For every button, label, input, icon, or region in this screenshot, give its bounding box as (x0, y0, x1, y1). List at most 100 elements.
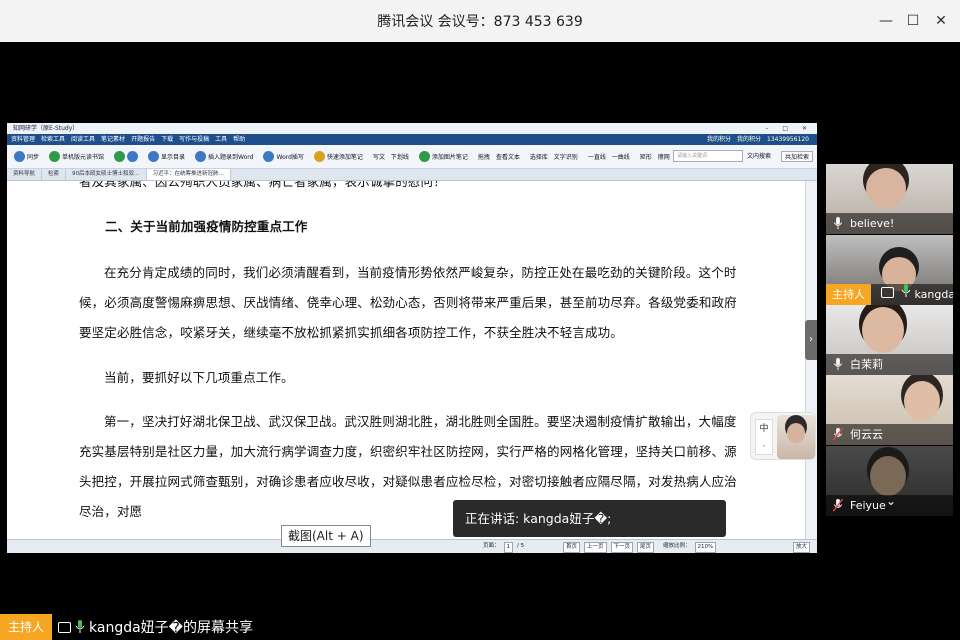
shared-tool (111, 148, 141, 166)
close-icon[interactable]: ✕ (931, 11, 951, 31)
participant-tile[interactable]: Feiyue ⌄ (826, 446, 953, 516)
note-icon (313, 151, 325, 162)
mic-active-icon (901, 284, 911, 297)
mic-active-icon (75, 620, 85, 633)
status-fit-button: 放大 (793, 542, 811, 553)
shared-menu-item: 资料管理 (11, 136, 36, 143)
shared-menu-right: 我的积分 (736, 136, 761, 143)
shared-menu-item: 笔记素材 (101, 136, 126, 143)
status-first-button: 首页 (563, 542, 581, 553)
status-prev-button: 上一页 (584, 542, 607, 553)
shared-tool: 矩形 擦网 (639, 154, 670, 161)
status-page-of: / 5 (517, 543, 525, 549)
screenshot-tooltip: 截图(Alt + A) (281, 525, 371, 547)
mic-icon (833, 217, 843, 230)
doc-line-top: 者及其家属、因公殉职人员家属、病亡者家属，表示诚挚的慰问！ (79, 181, 446, 189)
shared-tool: 插入题录到Word (192, 148, 256, 166)
status-page-value: 1 (503, 542, 514, 553)
sync-icon (14, 151, 25, 162)
shared-search-input: 请输入关键词 (673, 150, 743, 162)
ime-toolbar: 中 · (755, 419, 773, 455)
shared-tool: 显示目录 (145, 148, 188, 166)
speaking-indicator: 正在讲话: kangda妞子�; (453, 500, 726, 537)
shared-menu-item: 检索工具 (41, 136, 66, 143)
doc-heading: 二、关于当前加强疫情防控重点工作 (105, 219, 308, 234)
mic-icon (833, 358, 843, 371)
shared-menu-bar: 资料管理 检索工具 阅读工具 笔记素材 开题报告 下载 写作与投稿 工具 帮助 … (7, 134, 817, 145)
shared-menu-right: 13439956120 (767, 136, 809, 143)
doc-paragraph: 在充分肯定成绩的同时，我们必须清醒看到，当前疫情形势依然严峻复杂，防控正处在最吃… (79, 265, 737, 340)
forward-icon (127, 151, 139, 162)
shared-menu-item: 下载 (161, 136, 174, 143)
meeting-window: 腾讯会议 会议号：873 453 639 — ☐ ✕ 知网研学（原E-Study… (0, 0, 960, 640)
shared-menu-right: 我的积分 (706, 136, 731, 143)
shared-window-controls: – □ ✕ (765, 125, 813, 132)
collapse-sidebar-tab[interactable]: › (805, 320, 817, 360)
word-icon (195, 151, 207, 162)
camera-thumbnail (777, 415, 815, 459)
shared-tabs: 资料导航 检索 90后本硕女硕士博士和双… 习近平：在统筹推进新冠肺… (7, 169, 817, 181)
shared-menu-item: 写作与投稿 (179, 136, 210, 143)
shared-tool: 写文 下划线 (372, 154, 409, 161)
participant-tile-host[interactable]: 主持人 kangda (826, 235, 953, 305)
toc-icon (148, 151, 160, 162)
status-zoom-value: 210% (694, 542, 717, 553)
shared-tab-active: 习近平：在统筹推进新冠肺… (146, 169, 232, 180)
shared-tool: 拖拽 查看文本 (477, 154, 520, 161)
shared-app-titlebar: 知网研学（原E-Study） – □ ✕ (7, 123, 817, 134)
shared-menu-item: 阅读工具 (71, 136, 96, 143)
doc-paragraph: 当前，要抓好以下几项重点工作。 (104, 370, 294, 385)
participant-tile[interactable]: believe! (826, 164, 953, 234)
image-note-icon (418, 151, 430, 162)
status-zoom-label: 缩放比例： (663, 543, 691, 549)
screen-share-icon (880, 287, 894, 298)
status-page-label: 页面： (483, 543, 500, 549)
host-badge: 主持人 (826, 284, 871, 305)
shared-document: 者及其家属、因公殉职人员家属、病亡者家属，表示诚挚的慰问！ 二、关于当前加强疫情… (7, 181, 805, 539)
participant-name: 白茉莉 (826, 354, 953, 375)
shared-tool: 添加图片笔记 (416, 148, 471, 166)
mic-muted-icon (833, 428, 843, 441)
participant-name: believe! (826, 213, 953, 234)
minimize-icon[interactable]: — (876, 11, 896, 31)
shared-search-scope: 共加检索 (780, 151, 813, 162)
shared-menu-item: 工具 (215, 136, 228, 143)
maximize-icon[interactable]: ☐ (903, 11, 923, 31)
expand-list-icon[interactable]: ⌄ (886, 495, 896, 512)
bottom-share-bar: 主持人 kangda妞子�的屏幕共享 (0, 614, 300, 640)
shared-tab: 资料导航 (7, 169, 43, 180)
status-next-button: 下一页 (610, 542, 634, 553)
shared-toolbar: 同步 单机版元读书馆 显示目录 插入题录到Word Word插写 快速添加笔记 … (7, 145, 817, 169)
participant-tile[interactable]: 白茉莉 (826, 305, 953, 375)
shared-tool: 单机版元读书馆 (46, 148, 107, 166)
shared-menu-item: 帮助 (233, 136, 246, 143)
status-last-button: 尾页 (637, 542, 655, 553)
shared-statusbar: 页面： 1 / 5 首页 上一页 下一页 尾页 缩放比例： 210% 放大 (7, 539, 817, 553)
shared-tool: 选择库 文字识别 (529, 154, 578, 161)
title-bar: 腾讯会议 会议号：873 453 639 — ☐ ✕ (0, 0, 960, 42)
shared-screen: 知网研学（原E-Study） – □ ✕ 资料管理 检索工具 阅读工具 笔记素材… (7, 123, 817, 553)
screen-share-label: kangda妞子�的屏幕共享 (89, 620, 254, 636)
participant-name: Feiyue ⌄ (826, 495, 953, 516)
mic-muted-icon (833, 499, 843, 512)
shared-tool: 同步 (11, 148, 42, 166)
word-write-icon (263, 151, 275, 162)
meeting-title: 腾讯会议 会议号：873 453 639 (377, 14, 583, 30)
host-badge: 主持人 (0, 614, 53, 640)
shared-tool: 快速添加笔记 (311, 148, 366, 166)
participant-tile[interactable]: 何云云 (826, 375, 953, 445)
participant-name: 何云云 (826, 424, 953, 445)
shared-app-title: 知网研学（原E-Study） (13, 125, 79, 132)
shared-tool: 一直线 一曲线 (587, 154, 630, 161)
mini-camera-widget: 中 · (750, 412, 816, 460)
shared-search-button: 文内搜索 (746, 153, 771, 160)
shared-tab: 检索 (42, 169, 67, 180)
library-icon (49, 151, 61, 162)
shared-tool: Word插写 (260, 148, 306, 166)
shared-doc-scrollbar (805, 181, 817, 539)
shared-menu-item: 开题报告 (131, 136, 156, 143)
shared-tab: 90后本硕女硕士博士和双… (66, 169, 147, 180)
back-icon (114, 151, 126, 162)
participant-name: 主持人 kangda (826, 284, 953, 305)
screen-share-icon (58, 621, 72, 633)
